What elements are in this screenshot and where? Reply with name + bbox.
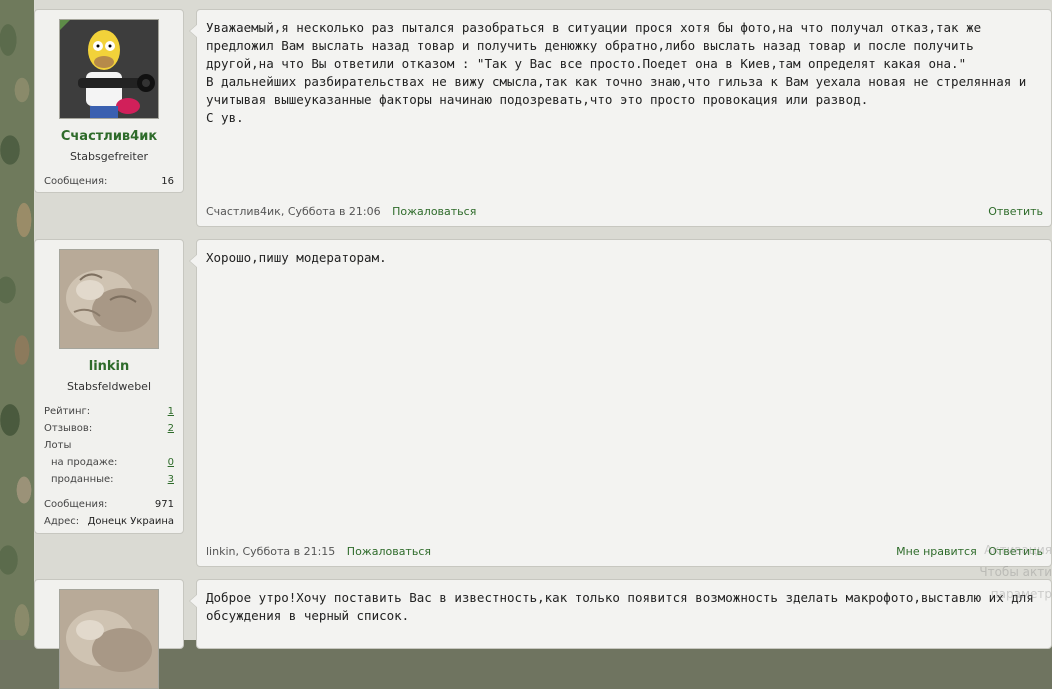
user-card: linkin Stabsfeldwebel Рейтинг: 1 Отзывов… <box>34 239 184 534</box>
stat-lots-sold: проданные: 3 <box>44 471 174 488</box>
stat-value: Донецк Украина <box>87 516 174 527</box>
homer-avatar-image <box>60 20 158 118</box>
stat-label: проданные: <box>51 474 114 485</box>
message-text: Хорошо,пишу модераторам. <box>206 250 387 265</box>
cat-avatar-image <box>60 250 158 348</box>
lots-label: Лоты <box>44 440 72 451</box>
message-footer: Счастлив4ик, Суббота в 21:06 Пожаловатьс… <box>206 205 1043 218</box>
watermark-line: параметр <box>990 587 1052 601</box>
stat-value: 971 <box>154 499 174 510</box>
watermark-line: Чтобы акти <box>979 565 1052 579</box>
online-indicator <box>60 20 70 30</box>
user-stats: Сообщения: 16 <box>44 173 174 190</box>
report-link[interactable]: Пожаловаться <box>392 205 476 218</box>
stat-label: Сообщения: <box>44 176 108 187</box>
message-body: Хорошо,пишу модераторам. linkin, Суббота… <box>189 239 1052 567</box>
like-link[interactable]: Мне нравится <box>896 545 977 558</box>
reply-link[interactable]: Ответить <box>988 205 1043 218</box>
message-text: Уважаемый,я несколько раз пытался разобр… <box>206 20 1027 125</box>
cat-avatar-image <box>60 590 158 688</box>
stat-label: Сообщения: <box>44 499 108 510</box>
stat-label: на продаже: <box>51 457 118 468</box>
stat-label: Адрес: <box>44 516 80 527</box>
stat-label: Рейтинг: <box>44 406 91 417</box>
stat-messages: Сообщения: 971 <box>44 496 174 513</box>
lots-sold-link[interactable]: 3 <box>168 474 174 485</box>
report-link[interactable]: Пожаловаться <box>347 545 431 558</box>
reviews-link[interactable]: 2 <box>168 423 174 434</box>
user-card <box>34 579 184 689</box>
user-title: Stabsfeldwebel <box>67 380 151 393</box>
stat-address: Адрес: Донецк Украина <box>44 513 174 530</box>
stat-messages: Сообщения: 16 <box>44 173 174 190</box>
post-meta[interactable]: linkin, Суббота в 21:15 <box>206 545 335 558</box>
user-title: Stabsgefreiter <box>69 150 149 163</box>
message-body: Уважаемый,я несколько раз пытался разобр… <box>189 9 1052 227</box>
camo-border <box>0 0 34 640</box>
stat-value: 16 <box>161 176 174 187</box>
stat-reviews: Отзывов: 2 <box>44 420 174 437</box>
avatar[interactable] <box>59 19 159 119</box>
user-card: Счастлив4ик Stabsgefreiter Сообщения: 16 <box>34 9 184 193</box>
stat-lots-selling: на продаже: 0 <box>44 454 174 471</box>
message-footer: linkin, Суббота в 21:15 Пожаловаться Мне… <box>206 545 1043 558</box>
lots-selling-link[interactable]: 0 <box>168 457 174 468</box>
stat-label: Отзывов: <box>44 423 93 434</box>
stat-lots-header: Лоты <box>44 437 174 454</box>
user-stats: Рейтинг: 1 Отзывов: 2 Лоты на продаже: 0… <box>44 403 174 530</box>
rating-link[interactable]: 1 <box>168 406 174 417</box>
username[interactable]: linkin <box>35 359 183 374</box>
message-body: Доброе утро!Хочу поставить Вас в известн… <box>189 579 1052 649</box>
username[interactable]: Счастлив4ик <box>35 129 183 144</box>
watermark-line: Активация <box>984 543 1052 557</box>
stat-rating: Рейтинг: 1 <box>44 403 174 420</box>
message-text: Доброе утро!Хочу поставить Вас в известн… <box>206 590 1034 623</box>
avatar[interactable] <box>59 249 159 349</box>
post-meta[interactable]: Счастлив4ик, Суббота в 21:06 <box>206 205 381 218</box>
avatar[interactable] <box>59 589 159 689</box>
